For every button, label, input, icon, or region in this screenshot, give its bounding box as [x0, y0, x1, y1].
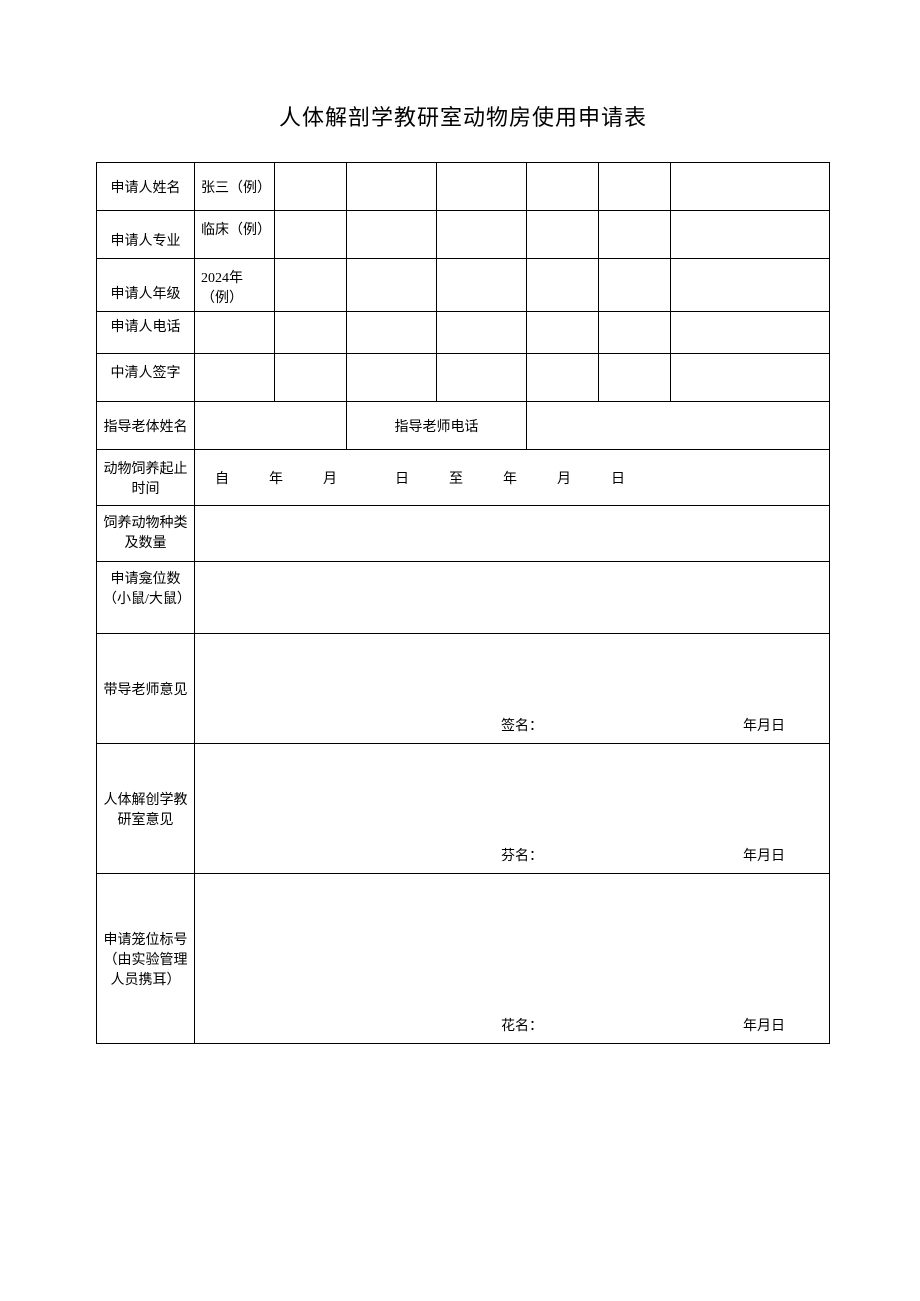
- advisor-phone-label: 指导老师电话: [347, 402, 527, 450]
- cage-count-value: [195, 562, 830, 634]
- empty-cell: [347, 163, 437, 211]
- signature-label: 芬名：: [501, 845, 543, 865]
- advisor-phone-value: [527, 402, 830, 450]
- empty-cell: [275, 354, 347, 402]
- empty-cell: [527, 163, 599, 211]
- applicant-sign-value: [195, 354, 275, 402]
- applicant-phone-value: [195, 312, 275, 354]
- applicant-name-value: 张三（例）: [195, 163, 275, 211]
- applicant-phone-label: 申请人电话: [97, 312, 195, 354]
- period-value: 自 年 月 日 至 年 月 日: [195, 450, 830, 506]
- dept-opinion-value: 芬名： 年月日: [195, 744, 830, 874]
- dept-opinion-label: 人体解创学教研室意见: [97, 744, 195, 874]
- signature-date: 年月日: [743, 715, 785, 735]
- advisor-name-value: [195, 402, 347, 450]
- signature-label: 花名：: [501, 1015, 543, 1035]
- signature-label: 签名：: [501, 715, 543, 735]
- signature-date: 年月日: [743, 845, 785, 865]
- period-label: 动物饲养起止时间: [97, 450, 195, 506]
- empty-cell: [527, 211, 599, 259]
- empty-cell: [527, 312, 599, 354]
- advisor-opinion-label: 带导老师意见: [97, 634, 195, 744]
- advisor-opinion-value: 签名： 年月日: [195, 634, 830, 744]
- applicant-name-label: 申请人姓名: [97, 163, 195, 211]
- empty-cell: [599, 312, 671, 354]
- empty-cell: [437, 312, 527, 354]
- applicant-major-label: 申请人专业: [97, 211, 195, 259]
- empty-cell: [599, 211, 671, 259]
- applicant-sign-label: 中清人签字: [97, 354, 195, 402]
- empty-cell: [347, 354, 437, 402]
- empty-cell: [437, 259, 527, 312]
- empty-cell: [671, 163, 830, 211]
- empty-cell: [599, 163, 671, 211]
- applicant-grade-value: 2024年（例）: [195, 259, 275, 312]
- cage-count-label: 申请龛位数（小鼠/大鼠）: [97, 562, 195, 634]
- species-value: [195, 506, 830, 562]
- applicant-major-value: 临床（例）: [195, 211, 275, 259]
- empty-cell: [437, 354, 527, 402]
- empty-cell: [275, 211, 347, 259]
- empty-cell: [599, 354, 671, 402]
- cage-id-label: 申请笼位标号（由实验管理人员携耳）: [97, 874, 195, 1044]
- empty-cell: [437, 211, 527, 259]
- empty-cell: [527, 259, 599, 312]
- application-form-table: 申请人姓名 张三（例） 申请人专业 临床（例） 申请人年级 2024年（例） 申…: [96, 162, 830, 1044]
- empty-cell: [671, 312, 830, 354]
- empty-cell: [527, 354, 599, 402]
- species-label: 饲养动物种类及数量: [97, 506, 195, 562]
- empty-cell: [275, 312, 347, 354]
- empty-cell: [347, 259, 437, 312]
- page-title: 人体解剖学教研室动物房使用申请表: [96, 100, 830, 132]
- cage-id-value: 花名： 年月日: [195, 874, 830, 1044]
- applicant-grade-label: 申请人年级: [97, 259, 195, 312]
- empty-cell: [275, 259, 347, 312]
- empty-cell: [437, 163, 527, 211]
- empty-cell: [671, 259, 830, 312]
- signature-date: 年月日: [743, 1015, 785, 1035]
- empty-cell: [671, 211, 830, 259]
- advisor-name-label: 指导老体姓名: [97, 402, 195, 450]
- empty-cell: [671, 354, 830, 402]
- empty-cell: [599, 259, 671, 312]
- empty-cell: [347, 211, 437, 259]
- empty-cell: [347, 312, 437, 354]
- empty-cell: [275, 163, 347, 211]
